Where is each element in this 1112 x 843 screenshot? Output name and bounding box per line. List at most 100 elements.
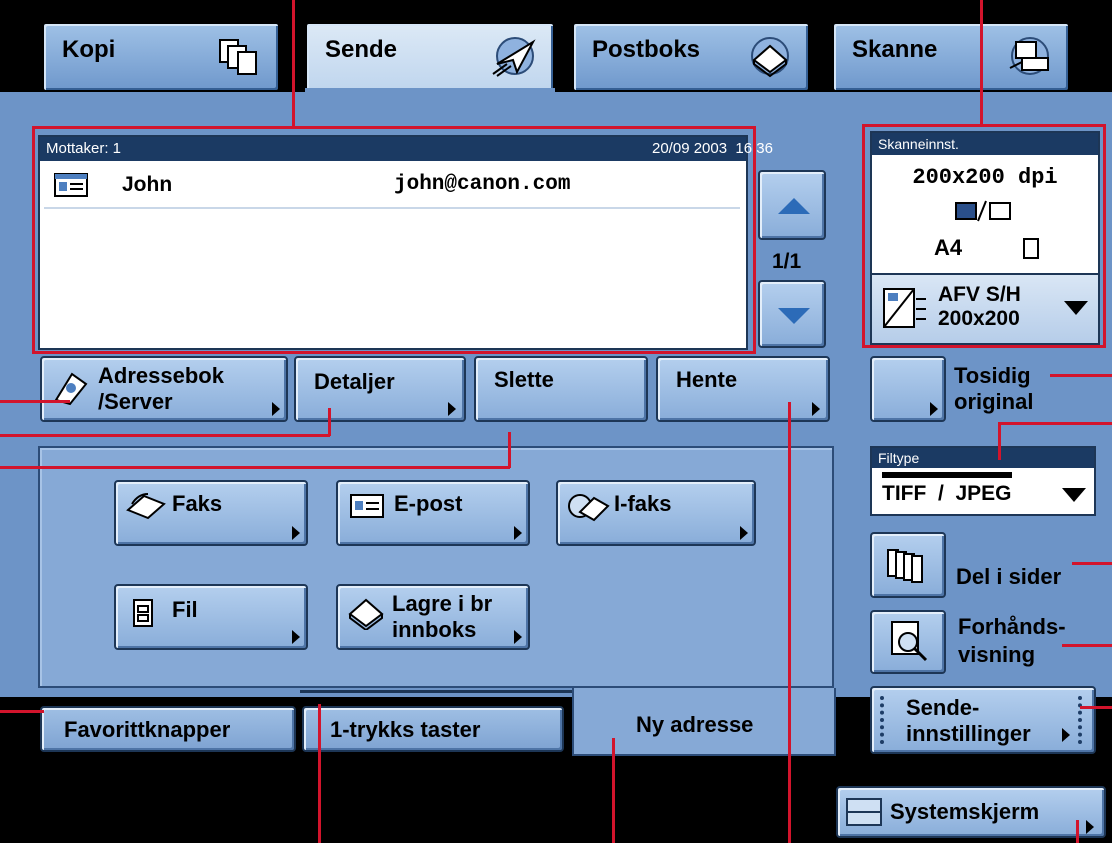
submenu-arrow-icon bbox=[272, 402, 280, 416]
duplex-label-2: original bbox=[954, 389, 1034, 414]
tab-separator bbox=[300, 690, 572, 693]
callout-line bbox=[998, 422, 1001, 460]
tab-scan[interactable]: Skanne bbox=[832, 22, 1070, 92]
email-button[interactable]: E-post bbox=[336, 480, 530, 546]
callout-line bbox=[1076, 820, 1079, 843]
preview-magnifier-icon bbox=[891, 621, 928, 662]
inbox-icon bbox=[348, 598, 384, 630]
submenu-arrow-icon bbox=[448, 402, 456, 416]
tab-scan-label: Skanne bbox=[852, 36, 938, 63]
split-pages-icon bbox=[887, 549, 923, 583]
callout-frame-recipients bbox=[32, 126, 756, 354]
addressbook-button[interactable]: Adressebok /Server bbox=[40, 356, 288, 422]
tab-mailbox-label: Postboks bbox=[592, 36, 701, 63]
file-label: Fil bbox=[172, 597, 198, 622]
submenu-arrow-icon bbox=[930, 402, 938, 416]
send-settings-label-2: innstillinger bbox=[906, 721, 1031, 746]
submenu-arrow-icon bbox=[292, 526, 300, 540]
callout-line bbox=[1050, 374, 1112, 377]
file-server-icon bbox=[133, 599, 153, 627]
store-label-2: innboks bbox=[392, 617, 477, 642]
ifax-label: I-faks bbox=[614, 491, 672, 516]
filetype-selector[interactable]: Filtype TIFF / JPEG bbox=[870, 446, 1096, 516]
new-address-label: Ny adresse bbox=[636, 712, 754, 737]
tab-mailbox[interactable]: Postboks bbox=[572, 22, 810, 92]
page-indicator: 1/1 bbox=[772, 250, 802, 273]
scroll-down-button[interactable] bbox=[758, 280, 826, 348]
addressbook-label-2: /Server bbox=[98, 389, 173, 414]
send-plane-icon bbox=[492, 37, 536, 77]
dropdown-arrow-icon bbox=[1062, 488, 1086, 502]
scroll-up-button[interactable] bbox=[758, 170, 826, 240]
preview-label-2: visning bbox=[958, 642, 1036, 667]
split-pages-label: Del i sider bbox=[956, 564, 1062, 589]
submenu-arrow-icon bbox=[514, 526, 522, 540]
duplex-label-1: Tosidig bbox=[954, 363, 1031, 388]
delete-label: Slette bbox=[494, 367, 554, 392]
filetype-indicator-bar bbox=[882, 472, 1012, 478]
preview-button[interactable] bbox=[870, 610, 946, 674]
send-settings-button[interactable]: Sende- innstillinger bbox=[870, 686, 1096, 754]
addressbook-label-1: Adressebok bbox=[98, 363, 224, 388]
tab-favorites[interactable]: Favorittknapper bbox=[40, 706, 296, 752]
split-pages-button[interactable] bbox=[870, 532, 946, 598]
callout-line bbox=[1080, 706, 1112, 709]
callout-line bbox=[328, 408, 331, 436]
mailbox-icon bbox=[751, 37, 789, 78]
scan-icon bbox=[1009, 37, 1049, 75]
tab-join bbox=[305, 88, 555, 100]
ifax-icon bbox=[568, 494, 610, 522]
arrow-up-icon bbox=[778, 198, 810, 214]
tab-one-touch[interactable]: 1-trykks taster bbox=[302, 706, 564, 752]
email-label: E-post bbox=[394, 491, 463, 516]
filetype-title: Filtype bbox=[872, 448, 1094, 468]
fax-label: Faks bbox=[172, 491, 223, 516]
callout-line bbox=[1062, 644, 1112, 647]
filetype-value: TIFF / JPEG bbox=[882, 482, 1012, 505]
submenu-arrow-icon bbox=[740, 526, 748, 540]
submenu-arrow-icon bbox=[514, 630, 522, 644]
system-monitor-icon bbox=[846, 798, 882, 826]
callout-line bbox=[0, 400, 70, 403]
details-label: Detaljer bbox=[314, 369, 395, 394]
callout-line bbox=[318, 704, 321, 843]
tab-copy[interactable]: Kopi bbox=[42, 22, 280, 92]
system-monitor-button[interactable]: Systemskjerm bbox=[836, 786, 1106, 838]
details-button[interactable]: Detaljer bbox=[294, 356, 466, 422]
fetch-label: Hente bbox=[676, 367, 738, 392]
callout-line bbox=[0, 710, 44, 713]
system-monitor-label: Systemskjerm bbox=[890, 799, 1040, 824]
callout-frame-scan-settings bbox=[862, 124, 1106, 348]
fax-button[interactable]: Faks bbox=[114, 480, 308, 546]
callout-line bbox=[612, 738, 615, 843]
callout-line bbox=[0, 434, 330, 437]
preview-label-1: Forhånds- bbox=[958, 614, 1066, 639]
fetch-button[interactable]: Hente bbox=[656, 356, 830, 422]
store-inbox-button[interactable]: Lagre i br innboks bbox=[336, 584, 530, 650]
callout-line bbox=[292, 0, 295, 128]
submenu-arrow-icon bbox=[812, 402, 820, 416]
dotted-edge-left bbox=[880, 696, 884, 744]
delete-button[interactable]: Slette bbox=[474, 356, 648, 422]
ifax-button[interactable]: I-faks bbox=[556, 480, 756, 546]
file-button[interactable]: Fil bbox=[114, 584, 308, 650]
one-touch-label: 1-trykks taster bbox=[330, 717, 481, 742]
duplex-original-button[interactable] bbox=[870, 356, 946, 422]
callout-line bbox=[1000, 422, 1112, 425]
tab-copy-label: Kopi bbox=[62, 36, 116, 63]
submenu-arrow-icon bbox=[1062, 728, 1070, 742]
submenu-arrow-icon bbox=[1086, 820, 1094, 834]
favorites-label: Favorittknapper bbox=[64, 717, 231, 742]
callout-line bbox=[980, 0, 983, 126]
callout-line bbox=[508, 432, 511, 468]
dotted-edge-right bbox=[1078, 696, 1082, 744]
email-icon bbox=[350, 494, 384, 518]
tab-send-label: Sende bbox=[325, 36, 398, 63]
copy-icon bbox=[219, 39, 257, 75]
submenu-arrow-icon bbox=[292, 630, 300, 644]
arrow-down-icon bbox=[778, 308, 810, 324]
fax-icon bbox=[126, 493, 166, 520]
send-settings-label-1: Sende- bbox=[906, 695, 980, 720]
callout-line bbox=[1072, 562, 1112, 565]
send-screen: Kopi Sende Postboks Skanne Mottaker: 1 2… bbox=[0, 0, 1112, 843]
